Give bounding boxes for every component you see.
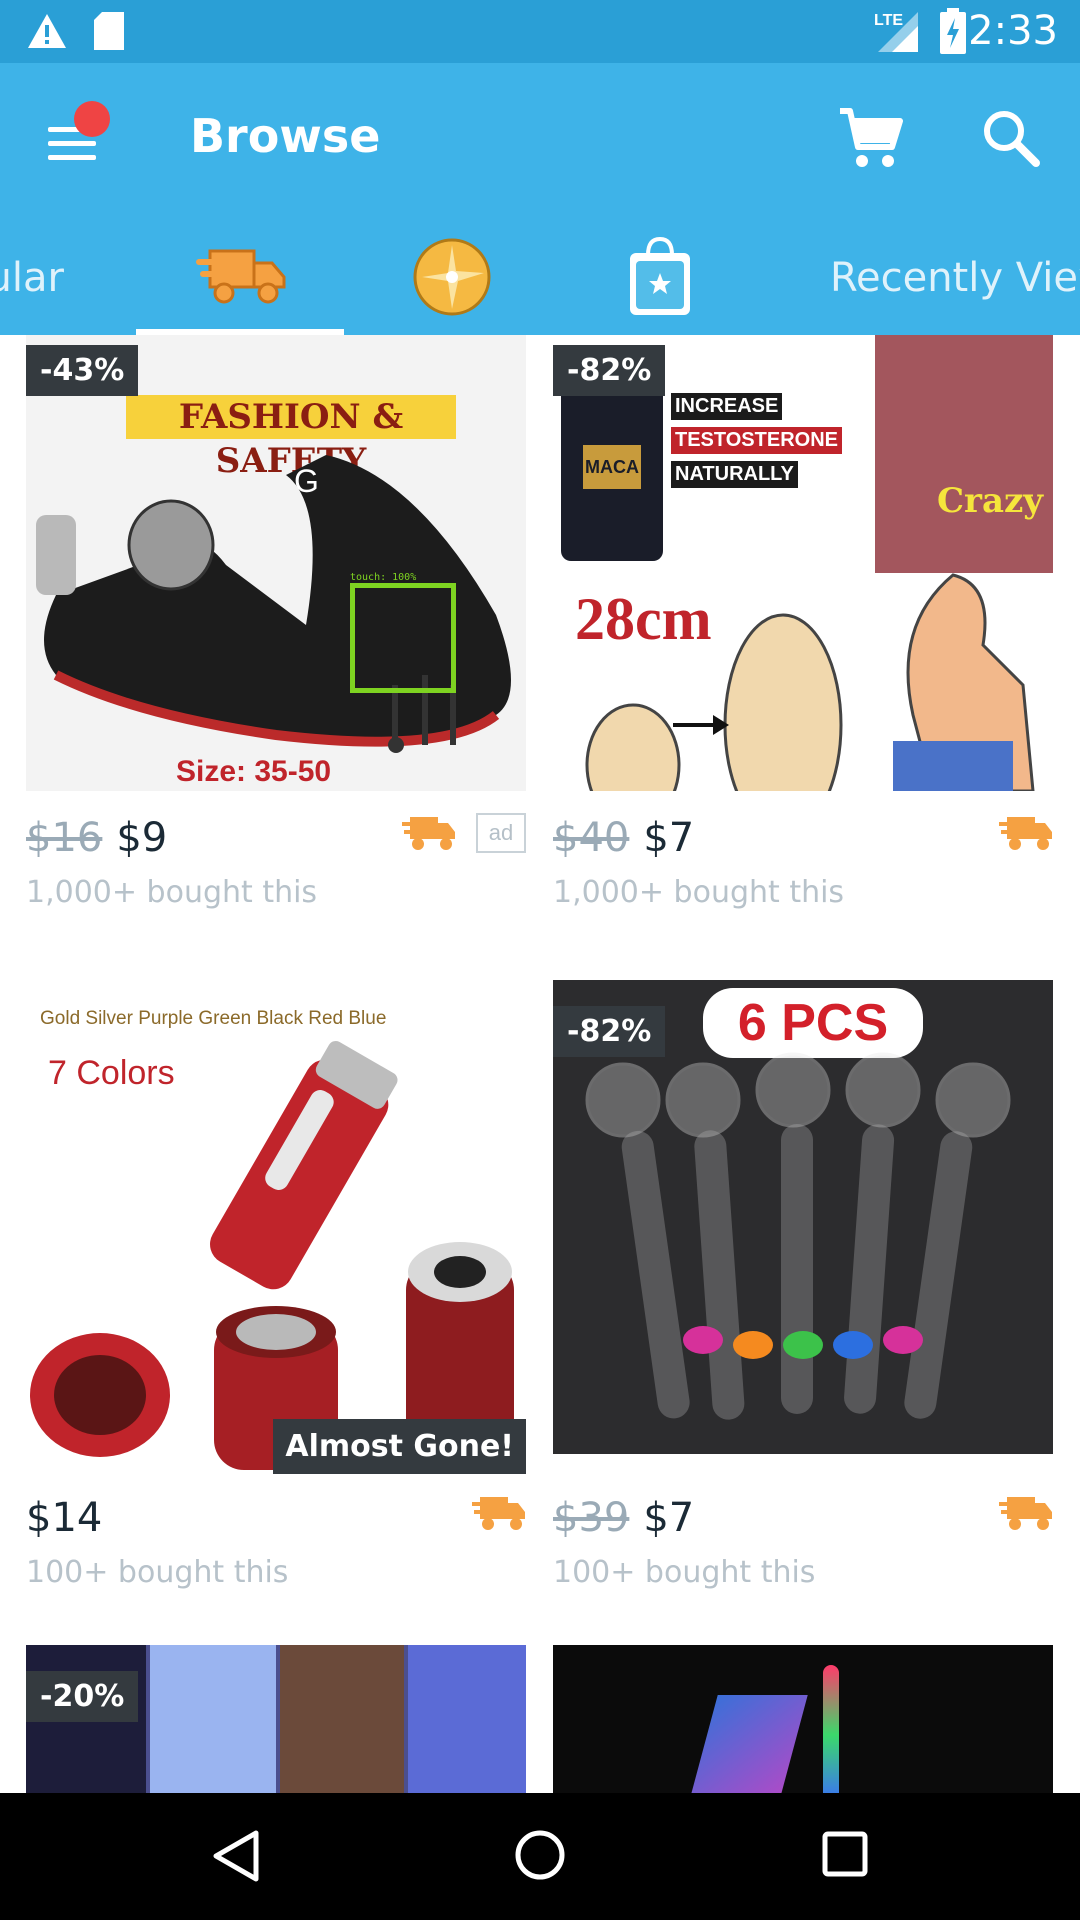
image-tag: Crazy (937, 481, 1044, 521)
tab-recently-viewed[interactable]: Recently Viewed (826, 223, 1080, 335)
sale-price: $14 (26, 1495, 103, 1541)
navigation-bar (0, 1793, 1080, 1920)
shipping-truck-icon (472, 1497, 525, 1530)
illustration (585, 573, 1035, 791)
image-photo: Crazy (875, 335, 1053, 573)
menu-icon-line (48, 141, 96, 146)
original-price: $39 (553, 1495, 630, 1541)
product-card[interactable]: MACA INCREASE TESTOSTERONE NATURALLY Cra… (553, 335, 1053, 955)
product-card[interactable]: Gold Silver Purple Green Black Red Blue … (26, 980, 526, 1600)
bottle-label: MACA (583, 445, 641, 489)
signal-icon (878, 12, 918, 52)
image-tile (408, 1645, 526, 1793)
image-shape (688, 1695, 808, 1793)
price-row: $39 $7 (553, 1495, 1053, 1555)
price-row: $40 $7 (553, 815, 1053, 875)
image-line-2: TESTOSTERONE (671, 427, 842, 454)
fast-shipping-truck-icon (196, 249, 286, 304)
notification-dot (74, 101, 110, 137)
image-tile (150, 1645, 276, 1793)
product-image[interactable]: 6 PCS -82% (553, 980, 1053, 1454)
shipping-truck-icon (999, 1497, 1052, 1530)
touch-indicator (350, 583, 456, 693)
sale-price: $9 (116, 815, 168, 861)
clock: 2:33 (968, 8, 1058, 54)
touch-indicator-label: touch: 100% (350, 572, 417, 583)
product-image[interactable]: MACA INCREASE TESTOSTERONE NATURALLY Cra… (553, 335, 1053, 791)
image-line-3: NATURALLY (671, 461, 798, 488)
sd-card-icon (94, 12, 124, 50)
product-card[interactable] (553, 1645, 1053, 1793)
product-image[interactable]: Gold Silver Purple Green Black Red Blue … (26, 1000, 526, 1474)
product-image[interactable]: FASHION & SAFETY G Size: 35-50 -43% (26, 335, 526, 791)
menu-icon-line (48, 155, 96, 160)
discount-badge: -43% (26, 345, 139, 396)
product-card[interactable]: 6 PCS -82% $39 $7 100+ bought this (553, 980, 1053, 1600)
product-grid: FASHION & SAFETY G Size: 35-50 -43% $16 $… (0, 335, 1080, 1793)
shipping-truck-icon (999, 817, 1052, 850)
brand-logo-text: G (294, 463, 319, 499)
search-icon[interactable] (976, 103, 1046, 173)
cart-icon[interactable] (836, 103, 906, 173)
bag-star-icon (630, 236, 690, 315)
tab-popular-label: Popular (0, 255, 64, 301)
tab-blitz-buy[interactable] (412, 223, 492, 335)
image-size-label: Size: 35-50 (176, 755, 332, 788)
image-headline: FASHION & SAFETY (126, 395, 456, 481)
glass-pipes-illustration (585, 1052, 1011, 1420)
sale-price: $7 (643, 1495, 695, 1541)
supplement-bottle: MACA (561, 375, 663, 561)
category-tabs: Popular (0, 223, 1080, 335)
status-bar: LTE 2:33 (0, 0, 1080, 63)
almost-gone-badge: Almost Gone! (273, 1419, 526, 1474)
ad-label: ad (476, 813, 526, 853)
discount-badge: -20% (26, 1671, 139, 1722)
price-row: $14 (26, 1495, 526, 1555)
tab-recently-viewed-label: Recently Viewed (830, 255, 1080, 301)
image-tile (280, 1645, 404, 1793)
battery-charging-icon (940, 8, 966, 54)
recents-icon[interactable] (822, 1831, 868, 1877)
discount-badge: -82% (553, 1006, 666, 1057)
sale-price: $7 (643, 815, 695, 861)
product-card[interactable]: -20% (26, 1645, 526, 1793)
discount-badge: -82% (553, 345, 666, 396)
tab-brands[interactable] (628, 223, 692, 335)
back-icon[interactable] (212, 1829, 260, 1883)
shipping-truck-icon (402, 817, 455, 850)
blitz-buy-wheel-icon (413, 238, 491, 316)
tab-fast-shipping[interactable] (196, 223, 286, 335)
product-image[interactable] (553, 1645, 1053, 1793)
page-title: Browse (190, 109, 381, 163)
original-price: $16 (26, 815, 103, 861)
tab-popular[interactable]: Popular (0, 223, 120, 335)
original-price: $40 (553, 815, 630, 861)
bought-count: 100+ bought this (26, 1555, 289, 1590)
grinder-illustration (30, 1041, 514, 1470)
app-bar: Browse Popular (0, 63, 1080, 335)
home-icon[interactable] (514, 1829, 566, 1881)
product-image[interactable]: -20% (26, 1645, 526, 1793)
image-shape (823, 1665, 839, 1793)
image-line-1: INCREASE (671, 393, 783, 420)
bought-count: 1,000+ bought this (26, 875, 318, 910)
bought-count: 100+ bought this (553, 1555, 816, 1590)
warning-icon (28, 14, 66, 48)
bought-count: 1,000+ bought this (553, 875, 845, 910)
